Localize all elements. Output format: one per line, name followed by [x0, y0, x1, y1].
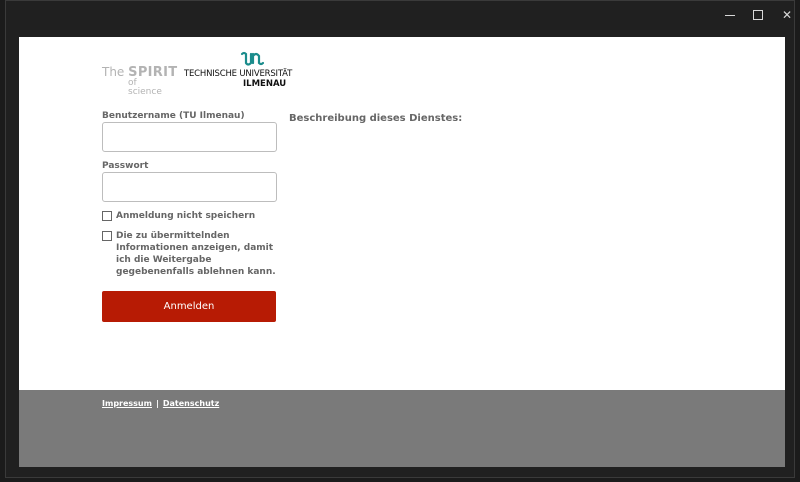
close-button[interactable]: ✕ [772, 5, 800, 25]
maximize-button[interactable] [743, 5, 773, 25]
dont-save-login-label: Anmeldung nicht speichern [116, 211, 256, 221]
footer-separator: | [155, 399, 159, 408]
service-description-heading: Beschreibung dieses Dienstes: [289, 113, 463, 124]
minimize-icon [725, 14, 735, 16]
login-button[interactable]: Anmelden [102, 291, 276, 322]
show-info-label: Die zu übermittelnden Informationen anze… [116, 231, 276, 277]
maximize-icon [753, 10, 763, 20]
title-bar: ✕ [6, 1, 794, 31]
password-input[interactable] [102, 172, 277, 202]
tu-line-2: ILMENAU [243, 79, 287, 89]
show-info-row[interactable]: Die zu übermittelnden Informationen anze… [102, 230, 278, 278]
minimize-button[interactable] [715, 5, 745, 25]
spirit-of-science-logo: The SPIRIT of science [102, 65, 177, 97]
dont-save-login-checkbox[interactable] [102, 211, 112, 221]
impressum-link[interactable]: Impressum [102, 399, 152, 408]
footer: Impressum | Datenschutz [19, 390, 785, 467]
login-page: The SPIRIT of science TECHNISCHE UNIVERS… [19, 37, 785, 467]
close-icon: ✕ [781, 8, 793, 22]
username-input[interactable] [102, 122, 277, 152]
password-label: Passwort [102, 161, 149, 171]
username-label: Benutzername (TU Ilmenau) [102, 111, 245, 121]
dont-save-login-row[interactable]: Anmeldung nicht speichern [102, 210, 278, 222]
show-info-checkbox[interactable] [102, 231, 112, 241]
spirit-the: The [102, 65, 125, 79]
tu-ilmenau-mark-icon [240, 51, 264, 66]
datenschutz-link[interactable]: Datenschutz [163, 399, 219, 408]
login-form: Benutzername (TU Ilmenau) Passwort Anmel… [102, 111, 278, 322]
spirit-of-science: of science [128, 78, 162, 97]
footer-links: Impressum | Datenschutz [102, 399, 219, 408]
tu-line-1: TECHNISCHE UNIVERSITÄT [184, 69, 293, 79]
browser-window: ✕ The SPIRIT of science TECHNISCHE UNIVE… [5, 0, 795, 478]
